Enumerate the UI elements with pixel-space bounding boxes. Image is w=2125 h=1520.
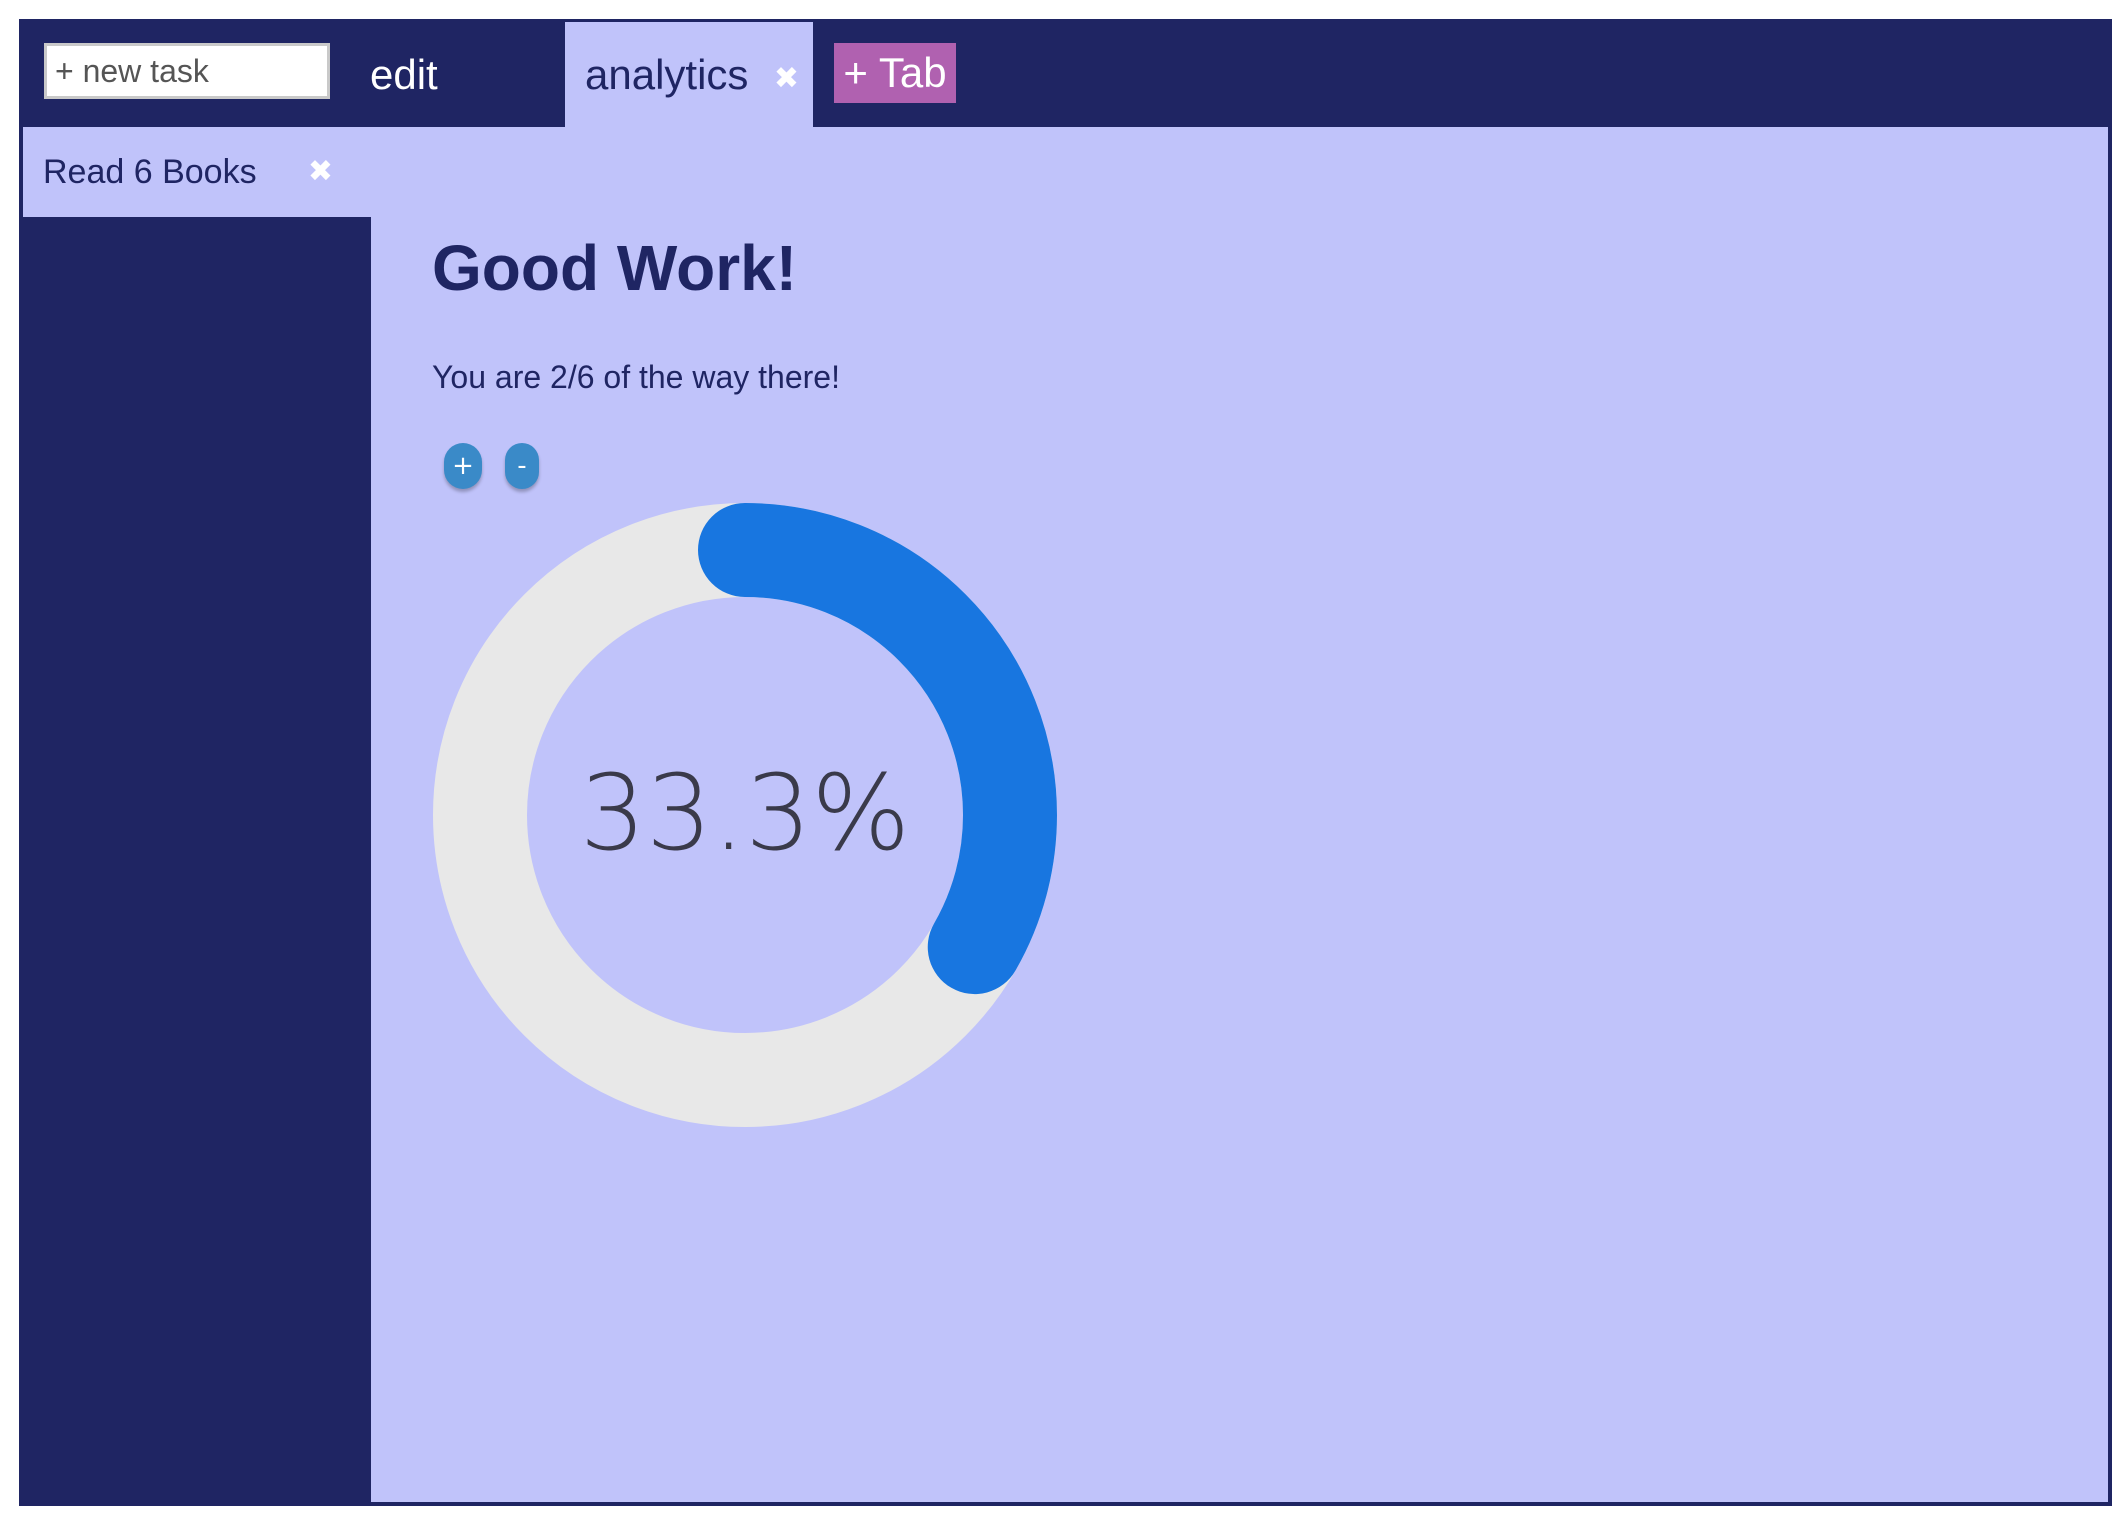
- app-window: edit analytics ✖ + Tab Read 6 Books ✖ Go…: [19, 19, 2112, 1506]
- add-tab-button[interactable]: + Tab: [834, 43, 956, 103]
- close-tab-icon[interactable]: ✖: [774, 64, 799, 94]
- page-title: Good Work!: [432, 232, 797, 304]
- main-panel: Good Work! You are 2/6 of the way there!…: [371, 127, 2108, 1502]
- new-task-input[interactable]: [44, 43, 330, 99]
- sidebar: Read 6 Books ✖: [19, 127, 371, 1502]
- task-label: Read 6 Books: [43, 152, 257, 191]
- tab-analytics-label: analytics: [585, 50, 749, 98]
- tab-edit[interactable]: edit: [370, 22, 570, 127]
- tab-analytics[interactable]: analytics ✖: [565, 22, 813, 127]
- content-area: Read 6 Books ✖ Good Work! You are 2/6 of…: [19, 127, 2108, 1502]
- increment-button[interactable]: +: [444, 443, 482, 489]
- top-bar: edit analytics ✖ + Tab: [19, 19, 2112, 127]
- progress-ring: 33.3%: [433, 503, 1057, 1127]
- progress-percent-label: 33.3%: [580, 752, 910, 874]
- tab-edit-label: edit: [370, 50, 438, 98]
- decrement-button[interactable]: -: [505, 443, 539, 489]
- progress-message: You are 2/6 of the way there!: [432, 359, 840, 395]
- sidebar-item-task[interactable]: Read 6 Books ✖: [23, 127, 371, 217]
- close-task-icon[interactable]: ✖: [308, 157, 333, 187]
